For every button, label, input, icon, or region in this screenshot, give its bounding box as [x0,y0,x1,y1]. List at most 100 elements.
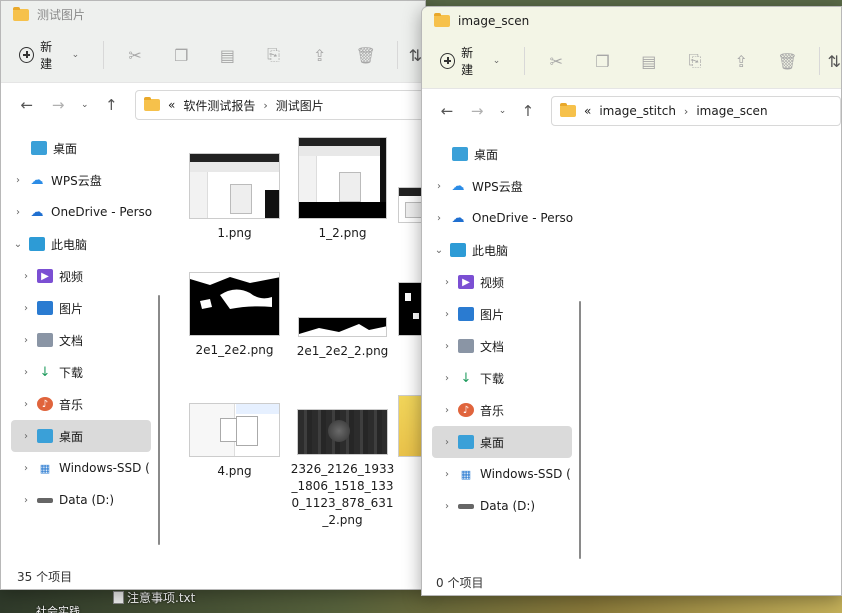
back-arrow-icon[interactable]: ← [434,102,460,120]
file-grid-empty[interactable] [587,133,841,553]
title-bar[interactable]: 测试图片 [1,1,425,28]
chevron-down-icon[interactable]: ⌄ [11,239,25,250]
chevron-right-icon[interactable]: › [432,213,446,224]
sidebar-item[interactable]: › ▦ Windows-SSD ( [432,458,572,490]
sidebar-scrollbar[interactable] [579,301,581,559]
explorer-window-image-scen[interactable]: image_scen 新建 ⌄ ✂ ❐ ▤ ⎘ ⇪ 🗑 ⇅ ← → ⌄ ↑ « … [421,6,842,596]
sidebar-item[interactable]: › ↓ 下载 [11,356,151,388]
desktop-partial-label[interactable]: 社会实践 [36,603,80,613]
sidebar-item-label: 此电脑 [51,237,88,252]
file-item[interactable]: 4.png [182,403,287,480]
breadcrumb-overflow[interactable]: « [168,98,175,112]
sidebar-item[interactable]: › ☁ WPS云盘 [432,170,587,202]
chevron-right-icon[interactable]: › [440,341,454,352]
navigation-pane[interactable]: 桌面 › ☁ WPS云盘 › ☁ OneDrive - Perso ⌄ 此电脑 › ▶ 视频 › 图片 › 文… [422,133,587,559]
chevron-right-icon[interactable]: › [440,373,454,384]
sidebar-item[interactable]: › Data (D:) [432,490,572,522]
delete-icon[interactable]: 🗑 [764,52,810,71]
share-icon[interactable]: ⇪ [297,46,343,65]
cut-icon[interactable]: ✂ [112,46,158,65]
sidebar-item[interactable]: › ☁ OneDrive - Perso [11,196,166,228]
file-item[interactable]: 1.png [182,153,287,242]
sidebar-item[interactable]: › ▦ Windows-SSD ( [11,452,151,484]
file-item[interactable]: 2326_2126_1933_1806_1518_1330_1123_878_6… [290,409,395,529]
sidebar-item[interactable]: ⌄ 此电脑 [432,234,587,266]
chevron-right-icon[interactable]: › [11,207,25,218]
sidebar-item[interactable]: › ♪ 音乐 [11,388,151,420]
chevron-right-icon[interactable]: › [432,181,446,192]
chevron-right-icon[interactable]: › [440,309,454,320]
sort-icon[interactable]: ⇅ [828,52,841,71]
title-bar[interactable]: image_scen [422,7,841,34]
sidebar-item[interactable]: › 文档 [11,324,151,356]
navigation-pane[interactable]: 桌面 › ☁ WPS云盘 › ☁ OneDrive - Perso ⌄ 此电脑 › ▶ 视频 › 图片 › 文… [1,127,166,547]
sidebar-item[interactable]: › 桌面 [11,420,151,452]
chevron-right-icon[interactable]: › [440,277,454,288]
address-bar[interactable]: « image_stitch › image_scen [551,96,841,126]
breadcrumb-item[interactable]: image_scen [696,104,767,118]
sidebar-item[interactable]: › 桌面 [432,426,572,458]
sidebar-item[interactable]: › 文档 [432,330,572,362]
copy-icon[interactable]: ❐ [158,46,204,65]
chevron-right-icon[interactable]: › [19,303,33,314]
chevron-right-icon[interactable]: › [440,437,454,448]
new-button[interactable]: 新建 ⌄ [440,44,500,78]
sidebar-item[interactable]: 桌面 [432,138,587,170]
paste-icon[interactable]: ▤ [204,46,250,65]
chevron-right-icon[interactable]: › [19,495,33,506]
chevron-right-icon[interactable]: › [11,175,25,186]
forward-arrow-icon[interactable]: → [464,102,490,120]
sidebar-item[interactable]: › 图片 [11,292,151,324]
file-item[interactable]: 2e1_2e2.png [182,272,287,359]
chevron-right-icon[interactable]: › [440,501,454,512]
forward-arrow-icon[interactable]: → [44,96,71,114]
copy-icon[interactable]: ❐ [579,52,625,71]
up-arrow-icon[interactable]: ↑ [98,96,125,114]
sidebar-item[interactable]: › ↓ 下载 [432,362,572,394]
chevron-right-icon[interactable]: › [19,431,33,442]
paste-icon[interactable]: ▤ [626,52,672,71]
cloud-icon: ☁ [451,178,465,194]
chevron-right-icon[interactable]: › [19,399,33,410]
chevron-right-icon[interactable]: › [19,367,33,378]
sidebar-item[interactable]: 桌面 [11,132,166,164]
sidebar-item[interactable]: › ☁ OneDrive - Perso [432,202,587,234]
recent-chevron-icon[interactable]: ⌄ [494,106,511,116]
explorer-window-test-images[interactable]: 测试图片 新建 ⌄ ✂ ❐ ▤ ⎘ ⇪ 🗑 ⇅ ← → ⌄ ↑ « 软件测试报告… [0,0,426,590]
chevron-right-icon[interactable]: › [19,335,33,346]
file-item[interactable]: 1_2.png [290,137,395,242]
sidebar-item[interactable]: › ▶ 视频 [11,260,151,292]
rename-icon[interactable]: ⎘ [672,51,718,71]
rename-icon[interactable]: ⎘ [250,45,296,65]
chevron-right-icon[interactable]: › [19,271,33,282]
sidebar-item[interactable]: › ☁ WPS云盘 [11,164,166,196]
back-arrow-icon[interactable]: ← [13,96,40,114]
breadcrumb-item[interactable]: 软件测试报告 [183,97,255,114]
new-button[interactable]: 新建 ⌄ [19,38,79,72]
sidebar-item[interactable]: › 图片 [432,298,572,330]
breadcrumb-item[interactable]: 测试图片 [276,97,324,114]
sidebar-item[interactable]: › Data (D:) [11,484,151,516]
recent-chevron-icon[interactable]: ⌄ [76,100,94,110]
address-bar[interactable]: « 软件测试报告 › 测试图片 [135,90,425,120]
cut-icon[interactable]: ✂ [533,52,579,71]
share-icon[interactable]: ⇪ [718,52,764,71]
sidebar-item-label: 桌面 [53,141,78,156]
file-item[interactable]: 2e1_2e2_2.png [290,317,395,360]
chevron-down-icon[interactable]: ⌄ [432,245,446,256]
sidebar-item[interactable]: ⌄ 此电脑 [11,228,166,260]
up-arrow-icon[interactable]: ↑ [515,102,541,120]
chevron-right-icon[interactable]: › [19,463,33,474]
chevron-right-icon[interactable]: › [440,405,454,416]
sidebar-scrollbar[interactable] [158,295,160,545]
sidebar-item[interactable]: › ▶ 视频 [432,266,572,298]
file-grid[interactable]: 1.png 1_2.png 2e1_2e2.png 2e1_2e2_2.png … [166,127,425,547]
breadcrumb-item[interactable]: image_stitch [599,104,676,118]
breadcrumb-overflow[interactable]: « [584,104,591,118]
breadcrumb-separator-icon: › [263,98,268,112]
chevron-right-icon[interactable]: › [440,469,454,480]
desktop-file-item[interactable]: 注意事项.txt [113,589,195,606]
sidebar-item-label: 桌面 [474,147,499,162]
sidebar-item[interactable]: › ♪ 音乐 [432,394,572,426]
delete-icon[interactable]: 🗑 [343,46,389,65]
